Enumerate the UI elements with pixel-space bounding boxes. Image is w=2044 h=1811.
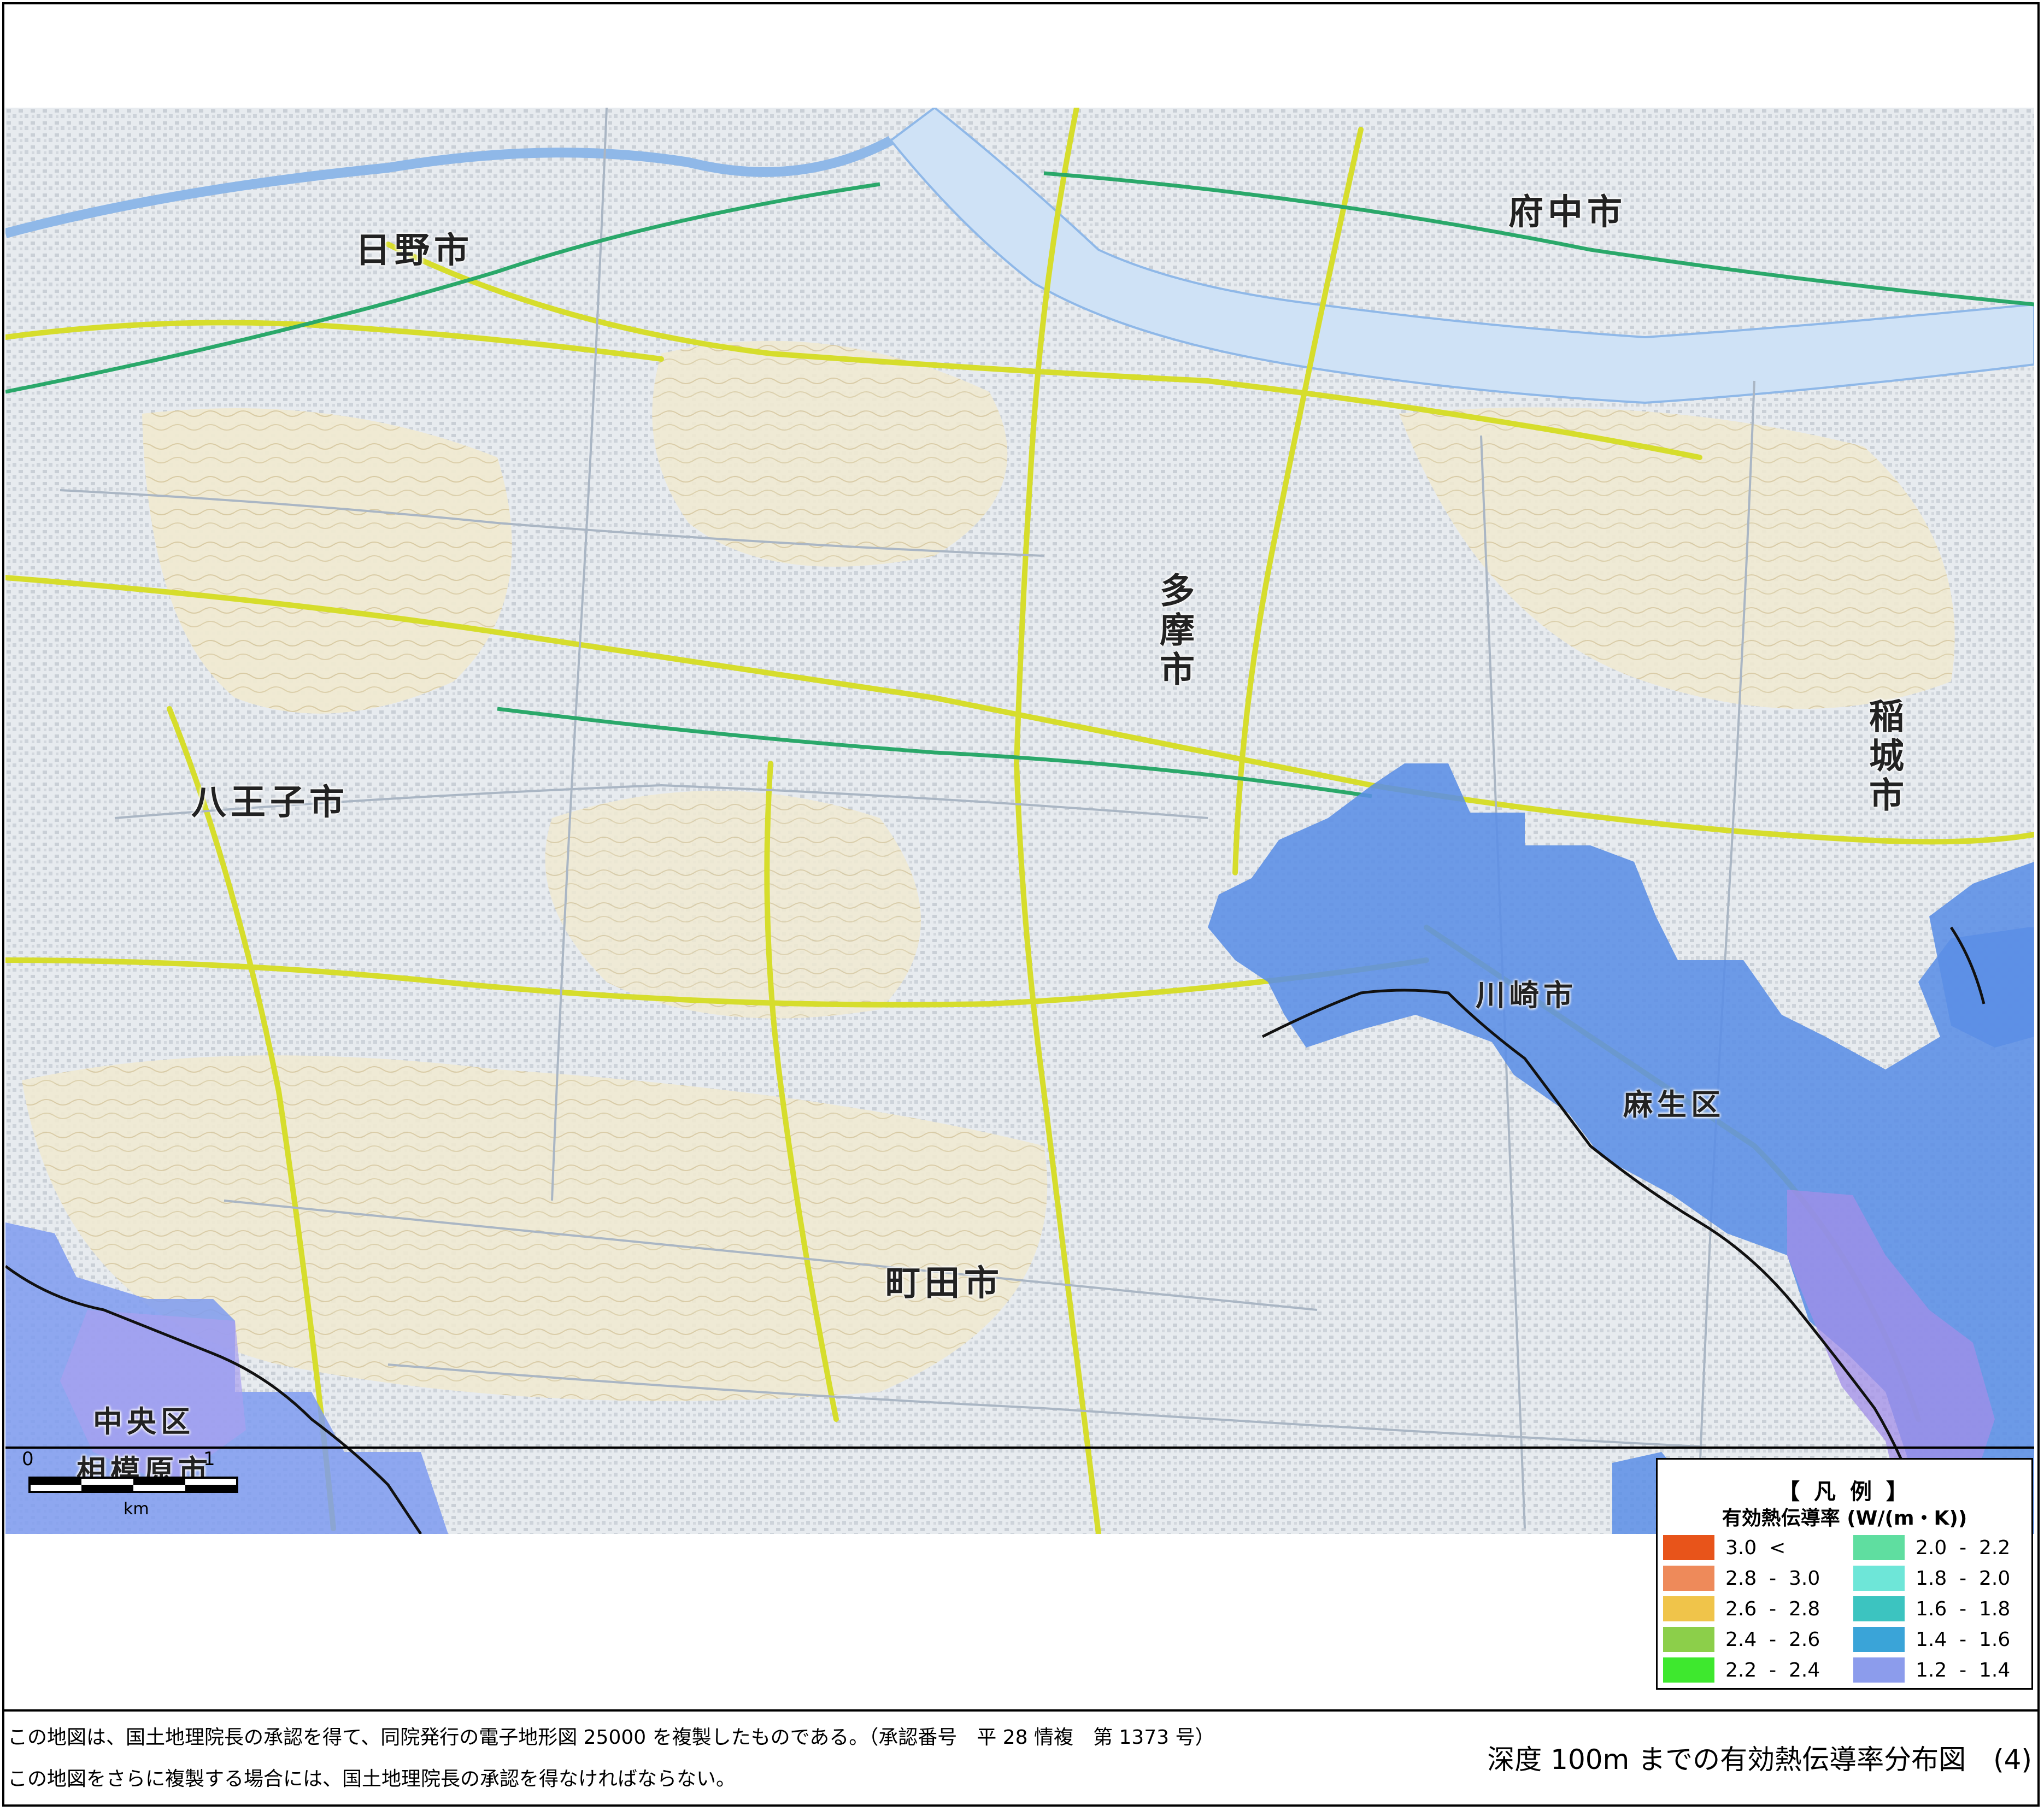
legend-item: 2.4 - 2.6 bbox=[1663, 1627, 1820, 1652]
place-inagi: 稲城市 bbox=[1863, 698, 1904, 816]
legend-item: 1.8 - 2.0 bbox=[1853, 1566, 2010, 1591]
legend-item: 1.4 - 1.6 bbox=[1853, 1627, 2010, 1652]
legend-swatch bbox=[1663, 1566, 1714, 1591]
footer-divider bbox=[2, 1709, 2040, 1712]
legend-label: 2.6 - 2.8 bbox=[1725, 1597, 1820, 1620]
legend-swatch bbox=[1853, 1596, 1905, 1621]
map-panel[interactable]: 日野市 府中市 多摩市 八王子市 稲城市 川崎市 麻生区 町田市 中央区 相模原… bbox=[5, 108, 2034, 1534]
legend-item: 3.0 < bbox=[1663, 1535, 1785, 1560]
figure-title: 深度 100m までの有効熱伝導率分布図 (4) bbox=[1487, 1744, 2032, 1775]
place-fuchu: 府中市 bbox=[1508, 192, 1626, 233]
legend-swatch bbox=[1853, 1657, 1905, 1683]
legend-item: 2.2 - 2.4 bbox=[1663, 1657, 1820, 1683]
legend-subtitle: 有効熱伝導率 (W/(m・K)) bbox=[1722, 1507, 1967, 1530]
legend-label: 2.4 - 2.6 bbox=[1725, 1628, 1820, 1651]
legend-swatch bbox=[1663, 1627, 1714, 1652]
copyright-note-2: この地図をさらに複製する場合には、国土地理院長の承認を得なければならない。 bbox=[8, 1768, 736, 1790]
legend-swatch bbox=[1663, 1596, 1714, 1621]
place-hino: 日野市 bbox=[355, 231, 473, 271]
place-chuo: 中央区 bbox=[93, 1404, 195, 1439]
legend-label: 3.0 < bbox=[1725, 1536, 1786, 1559]
legend-swatch bbox=[1663, 1657, 1714, 1683]
place-machida: 町田市 bbox=[885, 1263, 1003, 1304]
legend-label: 1.4 - 1.6 bbox=[1916, 1628, 2011, 1651]
legend-swatch bbox=[1853, 1535, 1905, 1560]
scale-one-label: 1 bbox=[203, 1448, 215, 1470]
scale-zero-label: 0 bbox=[22, 1448, 34, 1470]
scale-bar: 0 1 km bbox=[22, 1443, 251, 1530]
legend-item: 1.2 - 1.4 bbox=[1853, 1657, 2010, 1683]
legend-label: 2.8 - 3.0 bbox=[1725, 1567, 1820, 1590]
legend-box: 【 凡 例 】 有効熱伝導率 (W/(m・K)) 3.0 < 2.8 - 3.0… bbox=[1656, 1458, 2033, 1690]
place-tama: 多摩市 bbox=[1154, 572, 1194, 690]
legend-swatch bbox=[1853, 1566, 1905, 1591]
legend-item: 1.6 - 1.8 bbox=[1853, 1596, 2010, 1621]
scale-unit: km bbox=[124, 1500, 149, 1519]
legend-title: 【 凡 例 】 bbox=[1778, 1479, 1911, 1504]
legend-label: 1.2 - 1.4 bbox=[1916, 1659, 2011, 1681]
legend-label: 2.2 - 2.4 bbox=[1725, 1659, 1820, 1681]
legend-item: 2.8 - 3.0 bbox=[1663, 1566, 1820, 1591]
legend-item: 2.0 - 2.2 bbox=[1853, 1535, 2010, 1560]
place-kawasaki: 川崎市 bbox=[1476, 978, 1577, 1013]
legend-swatch bbox=[1853, 1627, 1905, 1652]
legend-label: 1.8 - 2.0 bbox=[1916, 1567, 2011, 1590]
place-hachioji: 八王子市 bbox=[191, 783, 349, 823]
place-asao: 麻生区 bbox=[1623, 1087, 1725, 1122]
legend-label: 2.0 - 2.2 bbox=[1916, 1536, 2011, 1559]
copyright-note-1: この地図は、国土地理院長の承認を得て、同院発行の電子地形図 25000 を複製し… bbox=[8, 1726, 1215, 1749]
legend-swatch bbox=[1663, 1535, 1714, 1560]
legend-label: 1.6 - 1.8 bbox=[1916, 1597, 2011, 1620]
legend-item: 2.6 - 2.8 bbox=[1663, 1596, 1820, 1621]
